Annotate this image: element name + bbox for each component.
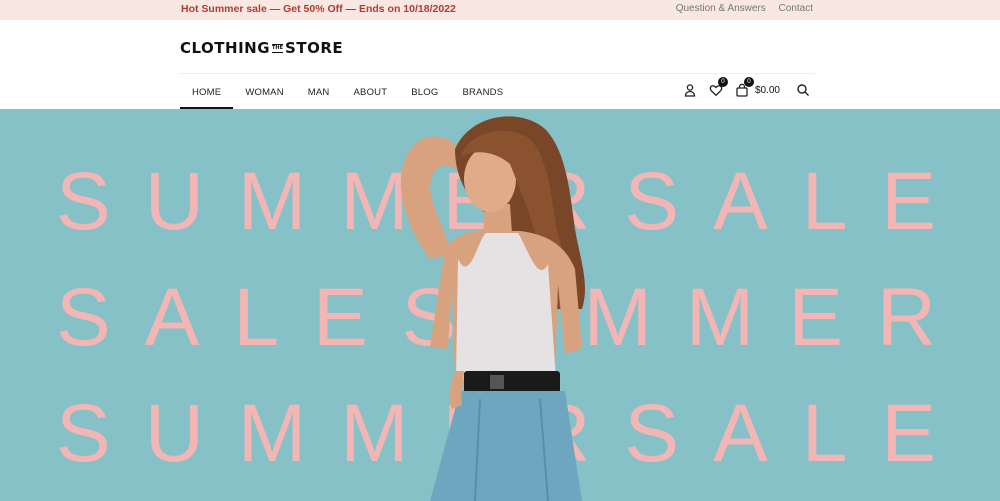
search-icon[interactable] — [796, 83, 810, 97]
logo-text-the: THE — [272, 43, 284, 53]
top-links: Question & Answers Contact — [666, 3, 813, 14]
logo-text-store: STORE — [285, 39, 344, 57]
nav-home[interactable]: HOME — [180, 75, 234, 109]
site-logo[interactable]: CLOTHING THE STORE — [180, 38, 343, 58]
contact-link[interactable]: Contact — [779, 3, 813, 14]
user-icon[interactable] — [683, 83, 697, 97]
heart-icon[interactable]: 0 — [709, 77, 728, 97]
promo-text: Hot Summer sale — Get 50% Off — Ends on … — [181, 3, 456, 15]
bag-icon[interactable]: 0 — [735, 77, 754, 97]
wishlist-count-badge: 0 — [717, 77, 728, 87]
qa-link[interactable]: Question & Answers — [676, 3, 766, 14]
nav-blog[interactable]: BLOG — [399, 75, 450, 109]
hero-banner[interactable]: SUMMERSALE SALESUMMER SUMMERSALE — [0, 109, 1000, 501]
nav-man[interactable]: MAN — [296, 75, 342, 109]
main-nav: HOME WOMAN MAN ABOUT BLOG BRANDS — [180, 75, 515, 109]
header-actions: 0 0 $0.00 — [683, 77, 810, 98]
logo-text-clothing: CLOTHING — [180, 39, 271, 57]
model-image — [400, 116, 585, 501]
nav-woman[interactable]: WOMAN — [233, 75, 295, 109]
nav-brands[interactable]: BRANDS — [450, 75, 515, 109]
header-divider — [180, 73, 815, 74]
cart-total[interactable]: $0.00 — [755, 85, 780, 96]
announcement-bar: Hot Summer sale — Get 50% Off — Ends on … — [0, 0, 1000, 20]
cart-count-badge: 0 — [743, 77, 754, 87]
site-header: CLOTHING THE STORE HOME WOMAN MAN ABOUT … — [0, 20, 1000, 109]
nav-about[interactable]: ABOUT — [342, 75, 400, 109]
